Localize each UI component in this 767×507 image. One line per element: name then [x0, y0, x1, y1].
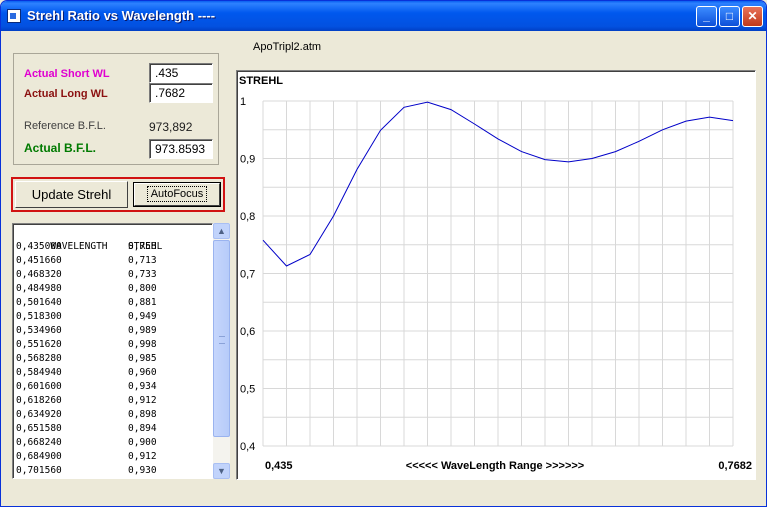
maximize-button[interactable]: □	[719, 6, 740, 27]
list-item[interactable]: 0,551620 0,998	[16, 338, 157, 352]
list-item[interactable]: 0,668240 0,900	[16, 436, 157, 450]
scroll-up-arrow-icon[interactable]: ▲	[213, 223, 230, 239]
list-item[interactable]: 0,468320 0,733	[16, 268, 157, 282]
strehl-value: 0,930	[128, 465, 157, 476]
autofocus-label: AutoFocus	[146, 186, 208, 202]
strehl-value: 0,733	[128, 269, 157, 280]
chart-title: STREHL	[239, 75, 283, 87]
y-tick-label: 0,5	[240, 384, 255, 396]
strehl-value: 0,985	[128, 353, 157, 364]
y-tick-label: 0,6	[240, 326, 255, 338]
window-title: Strehl Ratio vs Wavelength ----	[27, 8, 216, 23]
wavelength-value: 0,584940	[16, 367, 62, 378]
list-item[interactable]: 0,484980 0,800	[16, 282, 157, 296]
list-item[interactable]: 0,701560 0,930	[16, 464, 157, 478]
wavelength-value: 0,568280	[16, 353, 62, 364]
list-header: WAVELENGTH STREHL	[16, 226, 162, 252]
wavelength-value: 0,451660	[16, 255, 62, 266]
list-item[interactable]: 0,435000 0,758	[16, 240, 157, 254]
list-item[interactable]: 0,601600 0,934	[16, 380, 157, 394]
strehl-value: 0,758	[128, 241, 157, 252]
strehl-value: 0,912	[128, 451, 157, 462]
long-wl-label: Actual Long WL	[24, 88, 108, 100]
strehl-value: 0,998	[128, 339, 157, 350]
scroll-thumb[interactable]	[213, 240, 230, 437]
wavelength-value: 0,651580	[16, 423, 62, 434]
wavelength-value: 0,435000	[16, 241, 62, 252]
wavelength-value: 0,601600	[16, 381, 62, 392]
list-item[interactable]: 0,684900 0,912	[16, 450, 157, 464]
strehl-listbox[interactable]: WAVELENGTH STREHL 0,435000 0,758 0,451660 0,…	[12, 223, 213, 479]
reference-bfl-label: Reference B.F.L.	[24, 120, 106, 132]
y-tick-label: 0,7	[240, 269, 255, 281]
strehl-value: 0,900	[128, 437, 157, 448]
short-wl-label: Actual Short WL	[24, 68, 110, 80]
wavelength-value: 0,468320	[16, 269, 62, 280]
x-axis-label: <<<<< WaveLength Range >>>>>>	[406, 460, 584, 472]
scroll-grip-icon	[219, 336, 225, 344]
strehl-value: 0,989	[128, 325, 157, 336]
list-scrollbar[interactable]: ▲ ▼	[213, 223, 230, 479]
app-icon[interactable]	[7, 9, 21, 23]
x-max-label: 0,7682	[718, 460, 752, 472]
close-button[interactable]: ✕	[742, 6, 763, 27]
strehl-value: 0,800	[128, 283, 157, 294]
reference-bfl-value: 973,892	[149, 120, 193, 134]
wavelength-value: 0,518300	[16, 311, 62, 322]
scroll-down-arrow-icon[interactable]: ▼	[213, 463, 230, 479]
minimize-button[interactable]: _	[696, 6, 717, 27]
list-item[interactable]: 0,584940 0,960	[16, 366, 157, 380]
list-item[interactable]: 0,518300 0,949	[16, 310, 157, 324]
title-bar[interactable]: Strehl Ratio vs Wavelength ---- _ □ ✕	[1, 1, 766, 31]
strehl-value: 0,894	[128, 423, 157, 434]
strehl-chart: 1 0,9 0,8 0,7 0,6 0,5 0,4 STREHL 0,435 <<<<< W…	[236, 70, 756, 480]
strehl-value: 0,960	[128, 367, 157, 378]
y-tick-label: 1	[240, 96, 246, 108]
wavelength-value: 0,484980	[16, 283, 62, 294]
list-item[interactable]: 0,501640 0,881	[16, 296, 157, 310]
strehl-value: 0,713	[128, 255, 157, 266]
update-strehl-button[interactable]: Update Strehl	[15, 181, 128, 208]
y-tick-label: 0,4	[240, 441, 255, 453]
wavelength-value: 0,684900	[16, 451, 62, 462]
wavelength-value: 0,618260	[16, 395, 62, 406]
strehl-value: 0,898	[128, 409, 157, 420]
actual-bfl-field[interactable]: 973.8593	[149, 139, 213, 159]
x-min-label: 0,435	[265, 460, 293, 472]
strehl-value: 0,881	[128, 297, 157, 308]
list-item[interactable]: 0,534960 0,989	[16, 324, 157, 338]
wavelength-value: 0,634920	[16, 409, 62, 420]
wavelength-value: 0,501640	[16, 297, 62, 308]
document-name: ApoTripl2.atm	[253, 41, 322, 53]
wavelength-value: 0,551620	[16, 339, 62, 350]
y-tick-labels: 1 0,9 0,8 0,7 0,6 0,5 0,4	[240, 96, 255, 453]
list-item[interactable]: 0,451660 0,713	[16, 254, 157, 268]
wavelength-value: 0,534960	[16, 325, 62, 336]
wavelength-value: 0,668240	[16, 437, 62, 448]
strehl-value: 0,912	[128, 395, 157, 406]
y-tick-label: 0,9	[240, 154, 255, 166]
long-wl-field[interactable]: .7682	[149, 83, 213, 103]
y-tick-label: 0,8	[240, 211, 255, 223]
list-item[interactable]: 0,651580 0,894	[16, 422, 157, 436]
chart-svg: 1 0,9 0,8 0,7 0,6 0,5 0,4 STREHL 0,435 <<<<< W…	[239, 75, 752, 472]
list-item[interactable]: 0,618260 0,912	[16, 394, 157, 408]
strehl-value: 0,934	[128, 381, 157, 392]
list-item[interactable]: 0,634920 0,898	[16, 408, 157, 422]
strehl-value: 0,949	[128, 311, 157, 322]
actual-bfl-label: Actual B.F.L.	[24, 141, 97, 155]
autofocus-button[interactable]: AutoFocus	[133, 182, 221, 207]
short-wl-field[interactable]: .435	[149, 63, 213, 83]
wavelength-value: 0,701560	[16, 465, 62, 476]
list-item[interactable]: 0,568280 0,985	[16, 352, 157, 366]
strehl-window: Strehl Ratio vs Wavelength ---- _ □ ✕ Ap…	[0, 0, 767, 507]
